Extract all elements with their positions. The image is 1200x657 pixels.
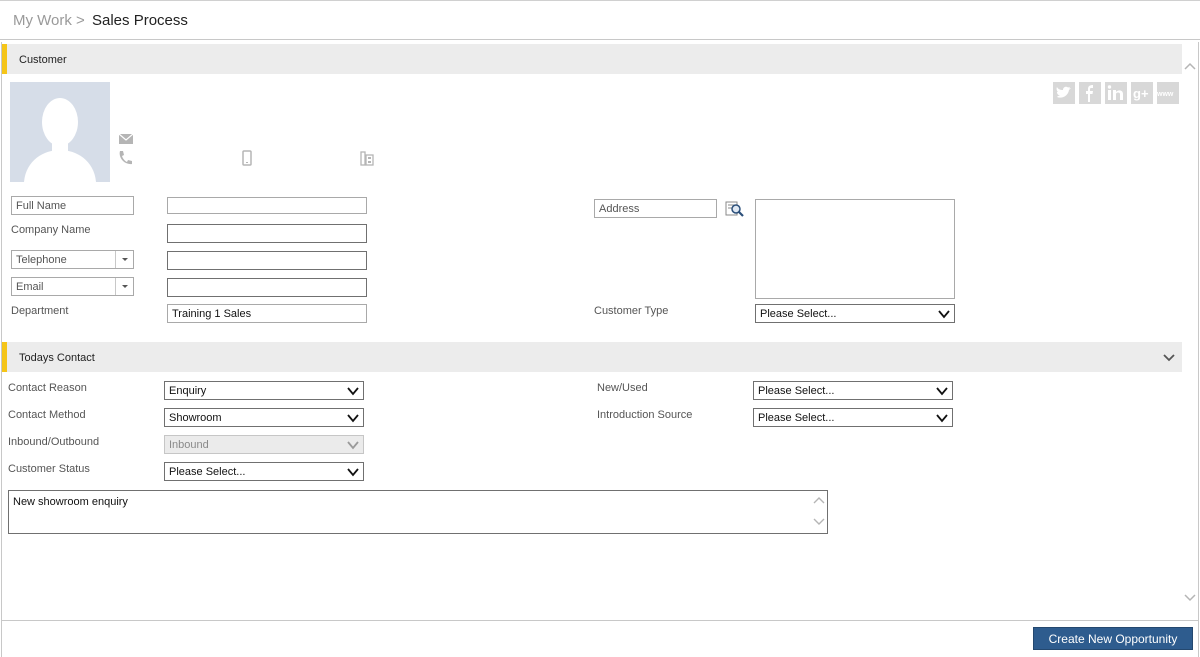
chevron-down-icon bbox=[347, 387, 359, 396]
contact-method-select[interactable]: Showroom bbox=[164, 408, 364, 427]
notes-text: New showroom enquiry bbox=[13, 496, 128, 508]
email-icon[interactable] bbox=[118, 131, 134, 147]
breadcrumb-my-work[interactable]: My Work bbox=[13, 12, 72, 29]
textarea-scroll-up-icon[interactable] bbox=[813, 495, 825, 505]
full-name-label: Full Name bbox=[11, 196, 134, 215]
customer-type-select[interactable]: Please Select... bbox=[755, 304, 955, 323]
mobile-icon[interactable] bbox=[239, 150, 255, 166]
textarea-scroll-down-icon[interactable] bbox=[813, 517, 825, 527]
footer-divider bbox=[2, 620, 1198, 621]
introduction-source-select[interactable]: Please Select... bbox=[753, 408, 953, 427]
create-new-opportunity-button[interactable]: Create New Opportunity bbox=[1033, 627, 1193, 650]
customer-status-label: Customer Status bbox=[8, 463, 90, 475]
contact-reason-value: Enquiry bbox=[169, 385, 207, 397]
contact-method-label: Contact Method bbox=[8, 409, 86, 421]
contact-reason-select[interactable]: Enquiry bbox=[164, 381, 364, 400]
customer-type-label: Customer Type bbox=[594, 305, 669, 317]
fax-icon[interactable] bbox=[359, 150, 375, 166]
googleplus-icon[interactable]: g+ bbox=[1131, 82, 1153, 104]
introduction-source-value: Please Select... bbox=[758, 412, 835, 424]
telephone-type-label: Telephone bbox=[16, 254, 67, 266]
scroll-down-icon[interactable] bbox=[1183, 592, 1197, 604]
contact-method-value: Showroom bbox=[169, 412, 222, 424]
inbound-outbound-select: Inbound bbox=[164, 435, 364, 454]
chevron-down-icon bbox=[347, 468, 359, 477]
customer-status-value: Please Select... bbox=[169, 466, 246, 478]
breadcrumb: My Work > Sales Process bbox=[0, 0, 1200, 40]
chevron-down-icon bbox=[936, 414, 948, 423]
chevron-down-icon bbox=[938, 310, 950, 319]
department-field[interactable]: Training 1 Sales bbox=[167, 304, 367, 323]
email-field[interactable] bbox=[167, 278, 367, 297]
chevron-down-icon[interactable] bbox=[115, 251, 133, 268]
company-name-field[interactable] bbox=[167, 224, 367, 243]
address-field[interactable] bbox=[755, 199, 955, 299]
breadcrumb-current: Sales Process bbox=[92, 12, 188, 29]
website-icon[interactable]: www bbox=[1156, 82, 1179, 104]
breadcrumb-separator: > bbox=[76, 12, 85, 29]
chevron-down-icon[interactable] bbox=[115, 278, 133, 295]
chevron-down-icon bbox=[347, 441, 359, 450]
chevron-down-icon[interactable] bbox=[1162, 350, 1176, 364]
introduction-source-label: Introduction Source bbox=[597, 409, 693, 421]
phone-icon[interactable] bbox=[117, 150, 133, 166]
avatar bbox=[10, 82, 110, 182]
address-lookup-icon[interactable] bbox=[725, 200, 745, 218]
telephone-field[interactable] bbox=[167, 251, 367, 270]
customer-type-value: Please Select... bbox=[760, 308, 837, 320]
inbound-outbound-value: Inbound bbox=[169, 439, 209, 451]
company-name-label: Company Name bbox=[11, 224, 91, 236]
chevron-down-icon bbox=[936, 387, 948, 396]
svg-text:www: www bbox=[1157, 91, 1174, 98]
notes-textarea[interactable]: New showroom enquiry bbox=[8, 490, 828, 534]
customer-section-title: Customer bbox=[19, 54, 67, 66]
twitter-icon[interactable] bbox=[1053, 82, 1075, 104]
telephone-type-dropdown[interactable]: Telephone bbox=[11, 250, 134, 269]
new-used-label: New/Used bbox=[597, 382, 648, 394]
inbound-outbound-label: Inbound/Outbound bbox=[8, 436, 100, 448]
new-used-select[interactable]: Please Select... bbox=[753, 381, 953, 400]
linkedin-icon[interactable] bbox=[1105, 82, 1127, 104]
email-type-label: Email bbox=[16, 281, 44, 293]
full-name-field[interactable] bbox=[167, 197, 367, 214]
customer-status-select[interactable]: Please Select... bbox=[164, 462, 364, 481]
contact-reason-label: Contact Reason bbox=[8, 382, 87, 394]
chevron-down-icon bbox=[347, 414, 359, 423]
new-used-value: Please Select... bbox=[758, 385, 835, 397]
department-label: Department bbox=[11, 305, 69, 317]
todays-contact-section-header[interactable]: Todays Contact bbox=[2, 342, 1182, 372]
address-label: Address bbox=[594, 199, 717, 218]
email-type-dropdown[interactable]: Email bbox=[11, 277, 134, 296]
todays-contact-section-title: Todays Contact bbox=[19, 352, 95, 364]
customer-section-header: Customer bbox=[2, 44, 1182, 74]
facebook-icon[interactable] bbox=[1079, 82, 1101, 104]
scroll-up-icon[interactable] bbox=[1183, 60, 1197, 72]
svg-text:g+: g+ bbox=[1133, 86, 1149, 101]
